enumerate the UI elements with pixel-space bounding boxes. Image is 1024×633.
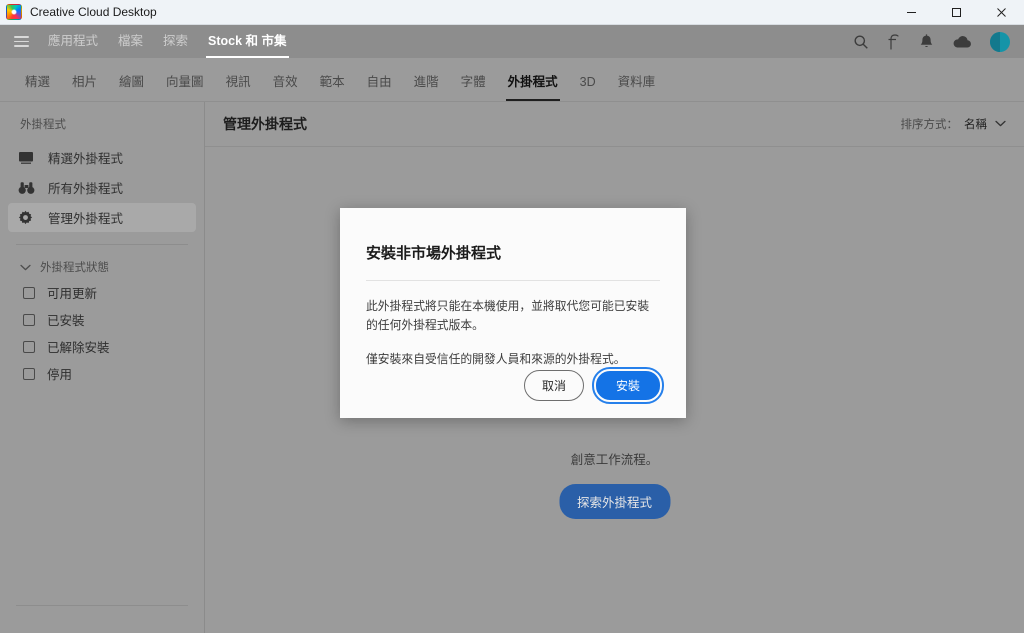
dialog-actions: 取消 安裝 [523,367,665,404]
tab-3d[interactable]: 3D [569,58,607,101]
category-tab-bar: 精選 相片 繪圖 向量圖 視訊 音效 範本 自由 進階 字體 外掛程式 3D 資… [0,58,1024,102]
top-nav-items: 應用程式 檔案 探索 Stock 和 市集 [38,25,297,58]
binoculars-icon [18,179,40,197]
creative-cloud-icon [6,4,22,20]
close-button[interactable] [979,0,1024,25]
tab-illustration[interactable]: 繪圖 [108,58,155,101]
sort-value: 名稱 [964,119,987,131]
tab-plugins[interactable]: 外掛程式 [497,58,569,101]
checkbox[interactable] [23,313,35,326]
window-titlebar: Creative Cloud Desktop [0,0,1024,25]
sidebar-item-label: 精選外掛程式 [48,152,124,166]
filter-label: 已安裝 [47,314,85,328]
sidebar-group-plugin-status[interactable]: 外掛程式狀態 [0,255,204,279]
tab-libraries[interactable]: 資料庫 [607,58,667,101]
filter-updates-available[interactable]: 可用更新 [0,279,204,306]
install-button[interactable]: 安裝 [591,367,665,404]
filter-installed[interactable]: 已安裝 [0,306,204,333]
cloud-sync-icon[interactable] [952,35,972,49]
minimize-button[interactable] [889,0,934,25]
top-navigation-bar: 應用程式 檔案 探索 Stock 和 市集 [0,25,1024,58]
main-header: 管理外掛程式 排序方式： 名稱 [205,102,1024,147]
tab-premium[interactable]: 進階 [403,58,450,101]
sidebar-item-label: 管理外掛程式 [48,212,124,226]
dialog-paragraph-1: 此外掛程式將只能在本機使用，並將取代您可能已安裝的任何外掛程式版本。 [366,299,650,333]
sidebar-header: 外掛程式 [20,119,66,131]
chevron-down-icon [20,264,31,271]
sort-label: 排序方式： [900,119,959,131]
filter-label: 已解除安裝 [47,341,110,355]
filter-disabled[interactable]: 停用 [0,360,204,387]
window-title: Creative Cloud Desktop [30,5,157,19]
tab-audio[interactable]: 音效 [262,58,309,101]
user-avatar[interactable] [990,31,1010,52]
tab-free[interactable]: 自由 [356,58,403,101]
page-title: 管理外掛程式 [223,116,307,132]
chevron-down-icon [995,118,1006,130]
dialog-divider [366,280,660,281]
nav-item-discover[interactable]: 探索 [153,25,198,58]
tab-fonts[interactable]: 字體 [450,58,497,101]
sidebar: 外掛程式 精選外掛程式 所有外掛程式 管理外掛程式 外掛程式狀態 可用更新 已安… [0,102,205,633]
maximize-button[interactable] [934,0,979,25]
sort-control[interactable]: 排序方式： 名稱 [901,116,1007,132]
sidebar-divider [16,244,188,245]
notifications-bell-icon[interactable] [919,33,934,50]
window-controls [889,0,1024,25]
monitor-icon [18,149,40,167]
nav-item-stock-marketplace[interactable]: Stock 和 市集 [198,25,297,58]
fonts-icon[interactable] [887,33,901,50]
top-nav-icon-group [853,31,1024,52]
checkbox[interactable] [23,286,35,299]
sidebar-item-all-plugins[interactable]: 所有外掛程式 [8,173,196,202]
gear-icon [18,209,40,227]
tab-photos[interactable]: 相片 [61,58,108,101]
nav-item-files[interactable]: 檔案 [108,25,153,58]
hamburger-menu-icon[interactable] [4,25,38,58]
explore-plugins-button[interactable]: 探索外掛程式 [558,484,671,519]
tab-vectors[interactable]: 向量圖 [155,58,215,101]
sidebar-group-label: 外掛程式狀態 [40,262,109,274]
filter-uninstalled[interactable]: 已解除安裝 [0,333,204,360]
tab-featured[interactable]: 精選 [14,58,61,101]
sidebar-item-label: 所有外掛程式 [48,182,124,196]
install-non-marketplace-plugin-dialog: 安裝非市場外掛程式 此外掛程式將只能在本機使用，並將取代您可能已安裝的任何外掛程… [340,208,686,418]
filter-label: 停用 [47,368,73,382]
dialog-title: 安裝非市場外掛程式 [366,245,502,262]
sidebar-item-featured-plugins[interactable]: 精選外掛程式 [8,143,196,172]
checkbox[interactable] [23,340,35,353]
checkbox[interactable] [23,367,35,380]
dialog-paragraph-2: 僅安裝來自受信任的開發人員和來源的外掛程式。 [366,351,626,366]
sidebar-item-manage-plugins[interactable]: 管理外掛程式 [8,203,196,232]
filter-label: 可用更新 [47,287,98,301]
creative-cloud-desktop-window: Creative Cloud Desktop 應用程式 檔案 探索 Stock … [0,0,1024,633]
search-icon[interactable] [853,34,869,50]
nav-item-apps[interactable]: 應用程式 [38,25,108,58]
tab-video[interactable]: 視訊 [215,58,262,101]
sidebar-bottom-divider [16,605,188,606]
cancel-button[interactable]: 取消 [523,370,584,401]
tab-templates[interactable]: 範本 [309,58,356,101]
empty-state-text: 創意工作流程。 [570,453,659,467]
